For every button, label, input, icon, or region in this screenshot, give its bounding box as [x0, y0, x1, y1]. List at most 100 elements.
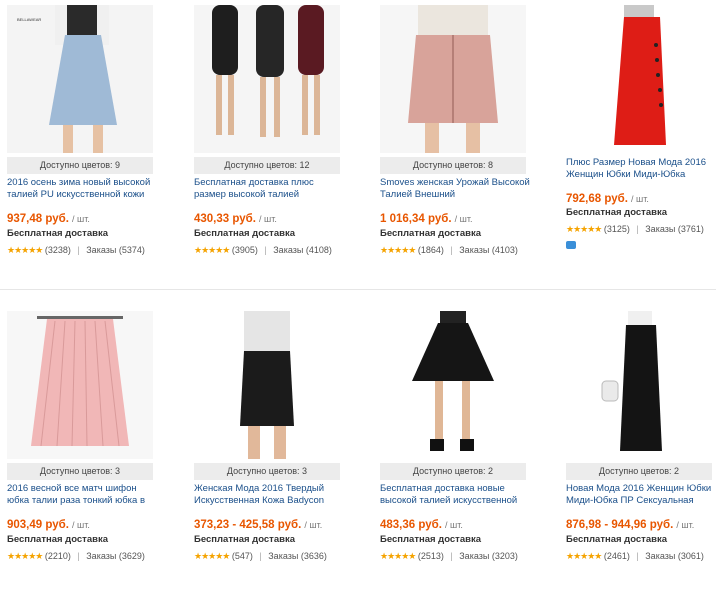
- colors-available-label: Доступно цветов: 3: [194, 463, 340, 480]
- review-count[interactable]: (2210): [45, 551, 71, 561]
- product-title-link[interactable]: Новая Мода 2016 Женщин Юбки Миди-Юбка ПР…: [566, 483, 716, 509]
- price-unit: / шт.: [454, 214, 473, 224]
- rating-row: ★★★★★ (3125) | Заказы (3761): [566, 224, 704, 235]
- price-unit: / шт.: [445, 520, 463, 530]
- rating-row: ★★★★★ (547) | Заказы (3636): [194, 551, 327, 562]
- star-rating-icon: ★★★★★: [566, 551, 602, 561]
- star-rating-icon: ★★★★★: [194, 551, 230, 561]
- shipping-label: Бесплатная доставка: [380, 534, 481, 545]
- product-title-link[interactable]: Женская Мода 2016 Твердый Искусственная …: [194, 483, 344, 509]
- colors-available-label: Доступно цветов: 2: [380, 463, 526, 480]
- price-line: 792,68 руб. / шт.: [566, 193, 649, 205]
- separator: |: [636, 224, 639, 234]
- rating-row: ★★★★★ (3238) | Заказы (5374): [7, 245, 145, 256]
- shipping-label: Бесплатная доставка: [566, 534, 667, 545]
- separator: |: [264, 245, 267, 255]
- price-line: 903,49 руб. / шт.: [7, 519, 90, 531]
- price-unit: / шт.: [304, 520, 323, 530]
- product-title-link[interactable]: 2016 весной все матч шифон юбка талии ра…: [7, 483, 157, 509]
- product-card[interactable]: Доступно цветов: 3 2016 весной все матч …: [0, 311, 178, 591]
- rating-row: ★★★★★ (1864) | Заказы (4103): [380, 245, 518, 256]
- orders-count: Заказы (3203): [459, 551, 518, 561]
- separator: |: [636, 551, 639, 561]
- star-rating-icon: ★★★★★: [380, 245, 416, 255]
- star-rating-icon: ★★★★★: [566, 224, 602, 234]
- product-price: 373,23 - 425,58 руб.: [194, 519, 302, 531]
- price-line: 1 016,34 руб. / шт.: [380, 213, 472, 225]
- product-title-link[interactable]: 2016 осень зима новый высокой талией PU …: [7, 177, 157, 203]
- price-line: 483,36 руб. / шт.: [380, 519, 463, 531]
- orders-count: Заказы (3061): [645, 551, 704, 561]
- star-rating-icon: ★★★★★: [7, 551, 43, 561]
- product-card[interactable]: Доступно цветов: 8 Smoves женская Урожай…: [373, 5, 551, 285]
- shipping-label: Бесплатная доставка: [7, 534, 108, 545]
- product-title-link[interactable]: Бесплатная доставка новые высокой талией…: [380, 483, 530, 509]
- shipping-label: Бесплатная доставка: [566, 207, 667, 218]
- product-price: 876,98 - 944,96 руб.: [566, 519, 674, 531]
- row-divider: [0, 289, 716, 290]
- product-grid: BELLAWEAR Доступно цветов: 9 2016 осень …: [0, 0, 716, 564]
- orders-count: Заказы (3761): [645, 224, 704, 234]
- price-unit: / шт.: [676, 520, 695, 530]
- shipping-label: Бесплатная доставка: [194, 534, 295, 545]
- product-image[interactable]: [194, 5, 340, 153]
- product-image[interactable]: [566, 311, 712, 459]
- shipping-label: Бесплатная доставка: [380, 228, 481, 239]
- product-card[interactable]: Доступно цветов: 2 Новая Мода 2016 Женщи…: [559, 311, 716, 591]
- rating-row: ★★★★★ (2513) | Заказы (3203): [380, 551, 518, 562]
- product-card[interactable]: Доступно цветов: 2 Бесплатная доставка н…: [373, 311, 551, 591]
- product-card[interactable]: BELLAWEAR Доступно цветов: 9 2016 осень …: [0, 5, 178, 285]
- product-title-link[interactable]: Плюс Размер Новая Мода 2016 Женщин Юбки …: [566, 157, 716, 183]
- colors-available-label: Доступно цветов: 3: [7, 463, 153, 480]
- review-count[interactable]: (3125): [604, 224, 630, 234]
- product-image[interactable]: BELLAWEAR: [7, 5, 153, 153]
- price-line: 373,23 - 425,58 руб. / шт.: [194, 519, 322, 531]
- product-image[interactable]: [7, 311, 153, 459]
- badge-icon: [566, 241, 576, 249]
- review-count[interactable]: (2513): [418, 551, 444, 561]
- price-unit: / шт.: [631, 194, 649, 204]
- review-count[interactable]: (1864): [418, 245, 444, 255]
- separator: |: [450, 245, 453, 255]
- orders-count: Заказы (3629): [86, 551, 145, 561]
- price-line: 876,98 - 944,96 руб. / шт.: [566, 519, 694, 531]
- product-price: 903,49 руб.: [7, 519, 69, 531]
- star-rating-icon: ★★★★★: [7, 245, 43, 255]
- price-unit: / шт.: [259, 214, 277, 224]
- price-unit: / шт.: [72, 214, 90, 224]
- product-price: 792,68 руб.: [566, 193, 628, 205]
- product-image[interactable]: [194, 311, 340, 459]
- product-card[interactable]: Доступно цветов: 12 Бесплатная доставка …: [187, 5, 365, 285]
- orders-count: Заказы (5374): [86, 245, 145, 255]
- review-count[interactable]: (3905): [232, 245, 258, 255]
- colors-available-label: Доступно цветов: 12: [194, 157, 340, 174]
- separator: |: [77, 551, 80, 561]
- product-image[interactable]: [566, 5, 712, 153]
- brand-logo: BELLAWEAR: [17, 17, 42, 22]
- review-count[interactable]: (547): [232, 551, 253, 561]
- product-card[interactable]: Доступно цветов: 3 Женская Мода 2016 Тве…: [187, 311, 365, 591]
- product-title-link[interactable]: Smoves женская Урожай Высокой Талией Вне…: [380, 177, 530, 203]
- colors-available-label: Доступно цветов: 8: [380, 157, 526, 174]
- price-line: 937,48 руб. / шт.: [7, 213, 90, 225]
- rating-row: ★★★★★ (2210) | Заказы (3629): [7, 551, 145, 562]
- orders-count: Заказы (4108): [273, 245, 332, 255]
- separator: |: [77, 245, 80, 255]
- separator: |: [259, 551, 262, 561]
- colors-available-label: Доступно цветов: 2: [566, 463, 712, 480]
- shipping-label: Бесплатная доставка: [194, 228, 295, 239]
- product-price: 1 016,34 руб.: [380, 213, 452, 225]
- review-count[interactable]: (3238): [45, 245, 71, 255]
- orders-count: Заказы (4103): [459, 245, 518, 255]
- rating-row: ★★★★★ (2461) | Заказы (3061): [566, 551, 704, 562]
- price-unit: / шт.: [72, 520, 90, 530]
- product-price: 937,48 руб.: [7, 213, 69, 225]
- product-image[interactable]: [380, 5, 526, 153]
- product-title-link[interactable]: Бесплатная доставка плюс размер высокой …: [194, 177, 344, 203]
- separator: |: [450, 551, 453, 561]
- product-image[interactable]: [380, 311, 526, 459]
- product-card[interactable]: Плюс Размер Новая Мода 2016 Женщин Юбки …: [559, 5, 716, 285]
- review-count[interactable]: (2461): [604, 551, 630, 561]
- shipping-label: Бесплатная доставка: [7, 228, 108, 239]
- product-price: 430,33 руб.: [194, 213, 256, 225]
